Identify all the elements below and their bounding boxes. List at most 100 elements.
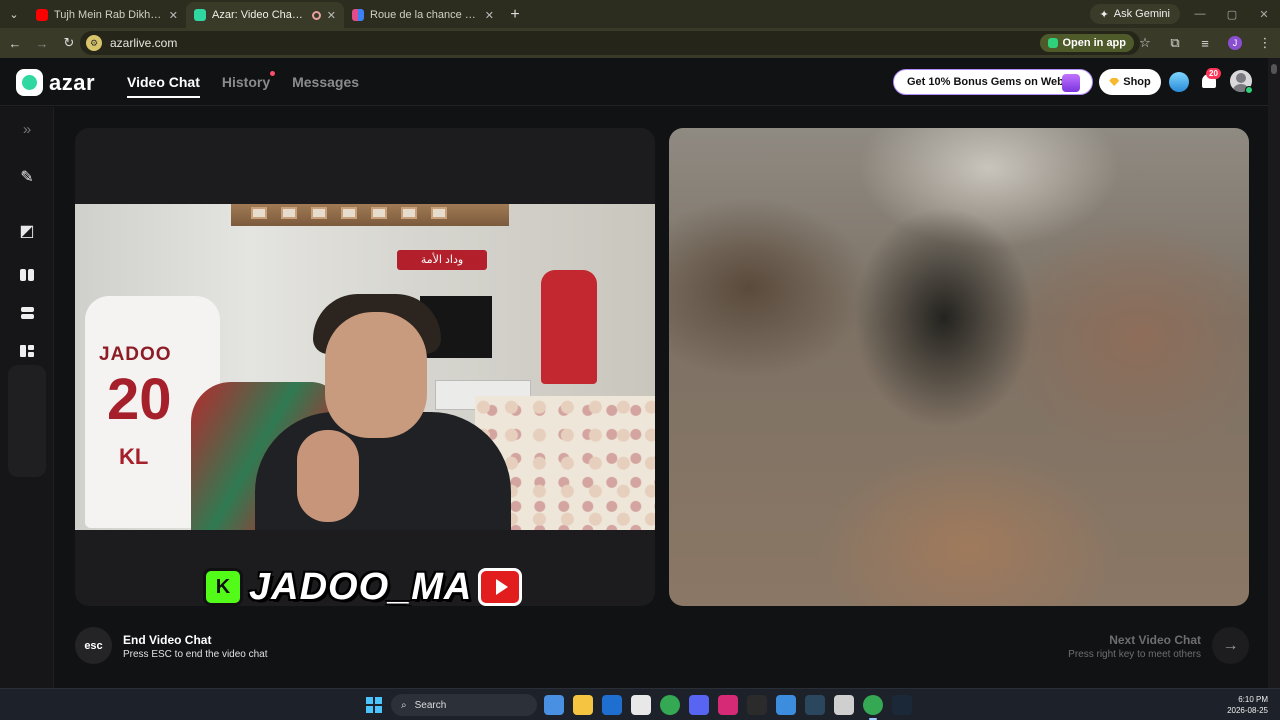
youtube-logo-icon (478, 568, 523, 606)
notification-badge: 20 (1206, 68, 1221, 79)
profile-avatar[interactable]: J (1228, 36, 1242, 50)
minimize-icon[interactable]: — (1184, 0, 1216, 28)
filter-icon[interactable]: ◩ (9, 213, 45, 249)
site-info-icon[interactable]: ⚙ (86, 35, 102, 51)
ask-gemini-button[interactable]: ✦ Ask Gemini (1089, 4, 1180, 24)
magic-wand-icon[interactable]: ✎ (9, 159, 45, 195)
recording-icon (311, 10, 321, 20)
pinned-apps (544, 695, 912, 720)
clock-time: 6:10 PM (1238, 695, 1268, 704)
system-clock[interactable]: 6:10 PM 2026-08-25 (1227, 694, 1268, 716)
extensions-icon[interactable]: ⧉ (1160, 35, 1190, 51)
app-icon (1048, 38, 1059, 48)
instagram-icon[interactable] (718, 695, 738, 715)
chrome-icon[interactable] (660, 695, 680, 715)
app-icon[interactable] (776, 695, 796, 715)
chevron-double-right-icon[interactable]: » (9, 111, 45, 147)
clock-date: 2026-08-25 (1227, 706, 1268, 715)
maximize-icon[interactable]: ▢ (1216, 0, 1248, 28)
taskbar-search-box[interactable]: ⌕ Search (391, 694, 537, 716)
address-bar: ← → ↻ ⚙ azarlive.com Open in app ☆ ⧉ ≡ J… (0, 28, 1280, 58)
main-nav: Video Chat History Messages (127, 71, 359, 98)
new-tab-button[interactable]: + (502, 2, 528, 28)
nav-history-label: History (221, 74, 271, 90)
tab-wheel[interactable]: Roue de la chance – roue aléat ✕ (344, 2, 502, 28)
widgets-icon[interactable] (544, 695, 564, 715)
url-text: azarlive.com (110, 36, 178, 50)
page-scrollbar[interactable] (1268, 58, 1280, 688)
tab-close-icon[interactable]: ✕ (485, 9, 494, 22)
steam-icon[interactable] (805, 695, 825, 715)
end-chat-title: End Video Chat (123, 633, 212, 647)
azar-logo-icon (16, 69, 43, 96)
layout-side-by-side-icon[interactable] (9, 257, 45, 293)
search-icon: ⌕ (401, 699, 407, 711)
outlook-icon[interactable] (602, 695, 622, 715)
person-hand (297, 430, 359, 522)
shop-label: Shop (1123, 76, 1151, 88)
back-icon[interactable]: ← (3, 31, 27, 55)
url-field[interactable]: ⚙ azarlive.com Open in app (80, 31, 1140, 55)
media-controls-icon[interactable]: ≡ (1190, 36, 1220, 51)
streamer-handle: JADOO_MA (249, 565, 473, 607)
azar-favicon-icon (194, 9, 206, 21)
jersey-number: 20 (107, 367, 172, 432)
kick-logo-icon: K (203, 568, 243, 606)
end-chat-hint: Press ESC to end the video chat (123, 649, 268, 660)
open-in-app-label: Open in app (1062, 37, 1126, 49)
browser-menu-icon[interactable]: ⋮ (1250, 35, 1280, 51)
azar-logo[interactable]: azar (16, 69, 95, 96)
open-in-app-button[interactable]: Open in app (1040, 34, 1134, 52)
close-window-icon[interactable]: ✕ (1248, 0, 1280, 28)
steam-2-icon[interactable] (892, 695, 912, 715)
nav-history[interactable]: History (221, 71, 276, 98)
bonus-gems-promo-button[interactable]: Get 10% Bonus Gems on Web! (893, 69, 1093, 95)
chat-bubble-icon[interactable] (1169, 72, 1189, 92)
gem-icon (1109, 78, 1120, 86)
logo-text: azar (49, 69, 96, 95)
capture-icon[interactable] (834, 695, 854, 715)
end-video-chat-button[interactable]: esc (75, 627, 112, 664)
tab-title: Tujh Mein Rab Dikhta Hai Song (54, 9, 163, 21)
tab-search-icon[interactable]: ⌄ (0, 0, 28, 28)
tab-youtube[interactable]: Tujh Mein Rab Dikhta Hai Song ✕ (28, 2, 186, 28)
layout-mixed-icon[interactable] (9, 333, 45, 369)
toolbar-actions: ☆ ⧉ ≡ J ⋮ (1130, 31, 1280, 55)
tab-azar[interactable]: Azar: Video Chat with New ✕ (186, 2, 344, 28)
tab-close-icon[interactable]: ✕ (169, 9, 178, 22)
tab-title: Azar: Video Chat with New (212, 9, 306, 21)
taskbar-search-placeholder: Search (414, 699, 447, 711)
stream-overlay: K JADOO_MA (203, 565, 523, 607)
nav-messages[interactable]: Messages (292, 74, 359, 98)
bookmark-star-icon[interactable]: ☆ (1130, 35, 1160, 51)
next-chat-title: Next Video Chat (1109, 633, 1201, 647)
discord-icon[interactable] (689, 695, 709, 715)
ask-gemini-label: Ask Gemini (1113, 8, 1170, 20)
store-icon[interactable] (631, 695, 651, 715)
file-explorer-icon[interactable] (573, 695, 593, 715)
jersey-name: JADOO (99, 344, 172, 365)
nav-video-chat[interactable]: Video Chat (127, 74, 200, 98)
windows-start-icon[interactable] (366, 697, 382, 713)
tab-title: Roue de la chance – roue aléat (370, 9, 479, 21)
obs-icon[interactable] (747, 695, 767, 715)
tab-close-icon[interactable]: ✕ (327, 9, 336, 22)
wydad-banner: وداد الأمة (397, 250, 487, 270)
shop-button[interactable]: Shop (1099, 69, 1161, 95)
layout-stacked-icon[interactable] (9, 295, 45, 331)
reload-icon[interactable]: ↻ (57, 31, 81, 55)
windows-taskbar: ⌕ Search 6:10 PM 2026-08-25 (0, 688, 1280, 720)
remote-video-panel-blurred (669, 128, 1249, 606)
wheel-favicon-icon (352, 9, 364, 21)
photo-frames (251, 207, 491, 221)
next-chat-hint: Press right key to meet others (1068, 649, 1201, 660)
browser-tab-bar: ⌄ Tujh Mein Rab Dikhta Hai Song ✕ Azar: … (0, 0, 1280, 28)
app-header: azar Video Chat History Messages Get 10%… (0, 58, 1268, 106)
arrow-right-icon[interactable]: → (1212, 627, 1249, 664)
gemini-icon: ✦ (1099, 8, 1109, 21)
chrome-active-icon[interactable] (863, 695, 883, 720)
left-sidebar: » ✎ ◩ (0, 107, 54, 688)
local-camera-feed: وداد الأمة JADOO 20 KL (75, 204, 655, 530)
unread-dot-icon (270, 71, 276, 76)
forward-icon[interactable]: → (30, 31, 54, 55)
